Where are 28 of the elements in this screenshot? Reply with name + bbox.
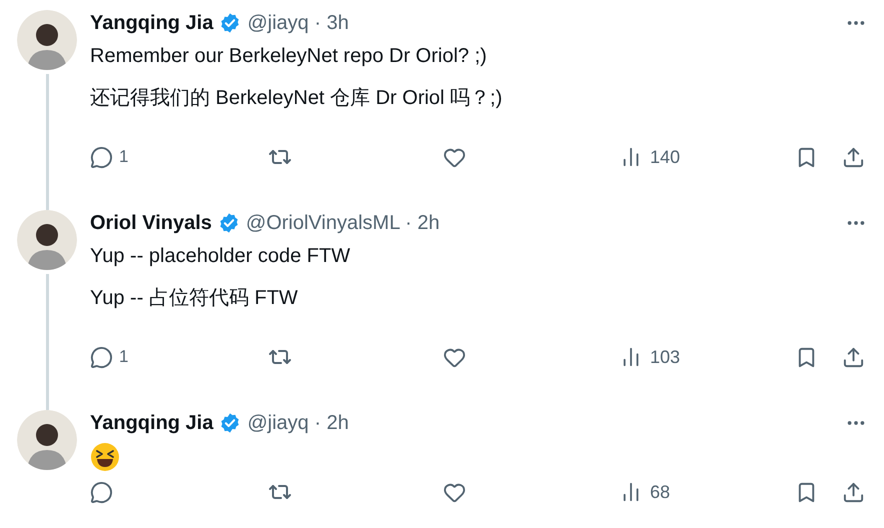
tweet-text: Yup -- placeholder code FTW — [90, 244, 352, 269]
handle-and-time: @jiayq · 3h — [247, 11, 349, 36]
author-name[interactable]: Yangqing Jia — [90, 408, 214, 438]
reply-icon[interactable] — [90, 480, 113, 504]
handle-and-time: @jiayq · 2h — [247, 411, 349, 436]
share-icon[interactable] — [842, 346, 865, 368]
view-count: 68 — [650, 480, 670, 504]
view-count: 103 — [650, 346, 680, 368]
verified-badge-icon — [219, 12, 242, 34]
verified-badge-icon — [219, 412, 242, 434]
share-icon[interactable] — [842, 480, 865, 504]
author-name[interactable]: Oriol Vinyals — [90, 208, 212, 238]
tweet-text: Yup -- 占位符代码 FTW — [90, 286, 299, 311]
reply-icon[interactable] — [90, 346, 113, 368]
view-count: 140 — [650, 146, 680, 168]
reply-icon[interactable] — [90, 146, 113, 168]
share-icon[interactable] — [842, 146, 865, 168]
avatar[interactable] — [17, 210, 77, 270]
avatar[interactable] — [17, 410, 77, 470]
reply-count: 1 — [119, 146, 128, 168]
tweet-text: Remember our BerkeleyNet repo Dr Oriol? ;) — [90, 44, 488, 69]
reply-count: 1 — [119, 346, 128, 368]
laughing-face-icon — [90, 442, 120, 472]
author-name[interactable]: Yangqing Jia — [90, 8, 214, 38]
verified-badge-icon — [218, 212, 240, 234]
handle-and-time: @OriolVinyalsML · 2h — [246, 211, 440, 236]
tweet-text: 还记得我们的 BerkeleyNet 仓库 Dr Oriol 吗？;) — [90, 86, 504, 111]
avatar[interactable] — [17, 10, 77, 70]
